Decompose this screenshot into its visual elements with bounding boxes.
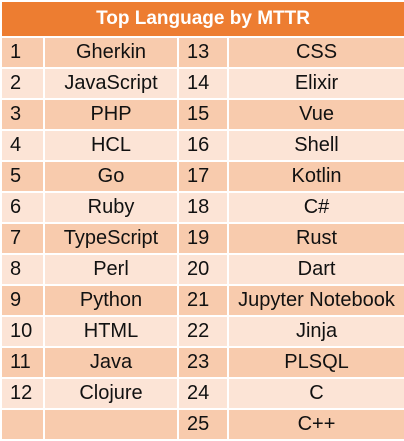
language-table-sheet: Top Language by MTTR 1 Gherkin 13 CSS 2 JavaS… bbox=[0, 0, 404, 441]
rank-cell: 19 bbox=[177, 222, 229, 255]
language-cell: C# bbox=[226, 191, 404, 224]
table-row: 7 TypeScript 19 Rust bbox=[0, 222, 404, 255]
rank-cell: 7 bbox=[0, 222, 45, 255]
rank-cell: 11 bbox=[0, 346, 45, 379]
language-cell: Jupyter Notebook bbox=[226, 284, 404, 317]
language-cell: Jinja bbox=[226, 315, 404, 348]
rank-cell: 4 bbox=[0, 129, 45, 162]
rank-cell: 15 bbox=[177, 98, 229, 131]
language-cell: Go bbox=[43, 160, 179, 193]
table-row: 11 Java 23 PLSQL bbox=[0, 346, 404, 379]
language-cell: CSS bbox=[226, 36, 404, 69]
rank-cell: 6 bbox=[0, 191, 45, 224]
rank-cell: 10 bbox=[0, 315, 45, 348]
language-cell: Python bbox=[43, 284, 179, 317]
table-row: 9 Python 21 Jupyter Notebook bbox=[0, 284, 404, 317]
language-cell: Java bbox=[43, 346, 179, 379]
language-cell: Kotlin bbox=[226, 160, 404, 193]
table-row: 25 C++ bbox=[0, 408, 404, 441]
language-cell: PHP bbox=[43, 98, 179, 131]
language-cell: Perl bbox=[43, 253, 179, 286]
language-cell: Vue bbox=[226, 98, 404, 131]
language-cell: HTML bbox=[43, 315, 179, 348]
rank-cell: 20 bbox=[177, 253, 229, 286]
language-cell: Elixir bbox=[226, 67, 404, 100]
language-cell: Rust bbox=[226, 222, 404, 255]
rank-cell: 12 bbox=[0, 377, 45, 410]
language-mttr-table: Top Language by MTTR 1 Gherkin 13 CSS 2 JavaS… bbox=[0, 0, 404, 441]
rank-cell: 3 bbox=[0, 98, 45, 131]
table-body: 1 Gherkin 13 CSS 2 JavaScript 14 Elixir 3 PHP 15 Vu… bbox=[0, 36, 404, 441]
rank-cell: 9 bbox=[0, 284, 45, 317]
language-cell: Gherkin bbox=[43, 36, 179, 69]
rank-cell: 21 bbox=[177, 284, 229, 317]
table-row: 8 Perl 20 Dart bbox=[0, 253, 404, 286]
language-cell: Dart bbox=[226, 253, 404, 286]
rank-cell: 5 bbox=[0, 160, 45, 193]
language-cell bbox=[43, 408, 179, 441]
rank-cell: 25 bbox=[177, 408, 229, 441]
rank-cell: 1 bbox=[0, 36, 45, 69]
table-row: 5 Go 17 Kotlin bbox=[0, 160, 404, 193]
language-cell: C bbox=[226, 377, 404, 410]
rank-cell bbox=[0, 408, 45, 441]
language-cell: Clojure bbox=[43, 377, 179, 410]
rank-cell: 14 bbox=[177, 67, 229, 100]
table-row: 12 Clojure 24 C bbox=[0, 377, 404, 410]
rank-cell: 8 bbox=[0, 253, 45, 286]
table-row: 1 Gherkin 13 CSS bbox=[0, 36, 404, 69]
rank-cell: 24 bbox=[177, 377, 229, 410]
table-row: 3 PHP 15 Vue bbox=[0, 98, 404, 131]
rank-cell: 13 bbox=[177, 36, 229, 69]
table-title: Top Language by MTTR bbox=[0, 0, 404, 38]
table-row: 2 JavaScript 14 Elixir bbox=[0, 67, 404, 100]
table-row: 10 HTML 22 Jinja bbox=[0, 315, 404, 348]
table-row: 6 Ruby 18 C# bbox=[0, 191, 404, 224]
rank-cell: 23 bbox=[177, 346, 229, 379]
language-cell: PLSQL bbox=[226, 346, 404, 379]
table-row: 4 HCL 16 Shell bbox=[0, 129, 404, 162]
rank-cell: 17 bbox=[177, 160, 229, 193]
language-cell: JavaScript bbox=[43, 67, 179, 100]
language-cell: Shell bbox=[226, 129, 404, 162]
language-cell: HCL bbox=[43, 129, 179, 162]
rank-cell: 16 bbox=[177, 129, 229, 162]
table-header-row: Top Language by MTTR bbox=[0, 0, 404, 38]
language-cell: TypeScript bbox=[43, 222, 179, 255]
language-cell: C++ bbox=[226, 408, 404, 441]
rank-cell: 22 bbox=[177, 315, 229, 348]
language-cell: Ruby bbox=[43, 191, 179, 224]
rank-cell: 18 bbox=[177, 191, 229, 224]
rank-cell: 2 bbox=[0, 67, 45, 100]
